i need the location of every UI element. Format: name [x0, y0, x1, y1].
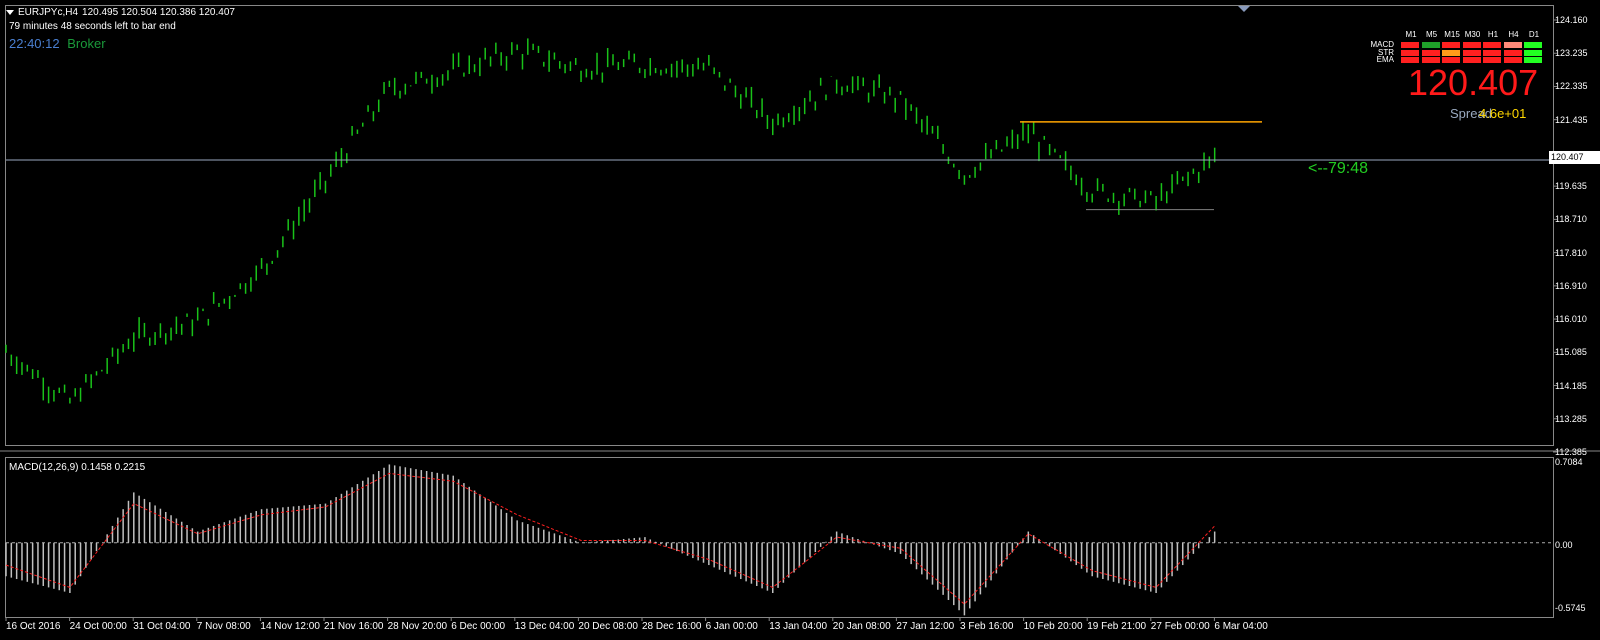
bar-countdown: <--79:48 [1308, 160, 1369, 177]
price-axis-label: 117.810 [1555, 247, 1587, 258]
time-axis-label: 28 Nov 20:00 [387, 621, 448, 632]
time-axis-label: 28 Dec 16:00 [642, 621, 702, 632]
signal-cell [1442, 42, 1460, 48]
macd-axis-label: 0.7084 [1555, 457, 1583, 467]
time-axis-label: 31 Oct 04:00 [133, 621, 191, 632]
current-price-box: 120.407 [1549, 151, 1600, 164]
signal-timeframe-header: H1 [1487, 30, 1499, 39]
time-axis-label: 21 Nov 16:00 [324, 621, 384, 632]
symbol-name: EURJPYc,H4 [18, 7, 79, 18]
signal-cell [1503, 42, 1522, 48]
time-axis-label: 10 Feb 20:00 [1023, 621, 1083, 632]
signal-cell [1524, 42, 1542, 48]
chart-canvas[interactable] [0, 0, 1600, 640]
signal-cell [1421, 49, 1440, 56]
time-axis-label: 3 Feb 16:00 [960, 621, 1014, 632]
signal-cell [1483, 49, 1501, 56]
time-axis-label: 13 Dec 04:00 [514, 621, 575, 632]
time-axis-label: 13 Jan 04:00 [769, 621, 828, 632]
time-axis-label: 16 Oct 2016 [6, 621, 61, 632]
macd-panel-frame [5, 457, 1554, 618]
time-axis-label: 6 Dec 00:00 [451, 621, 506, 632]
signal-timeframe-header: M15 [1444, 30, 1460, 39]
price-axis-label: 124.160 [1555, 15, 1588, 25]
big-price-display: 120.407 [1408, 62, 1539, 103]
price-axis-label: 123.235 [1555, 48, 1588, 59]
signal-cell [1462, 42, 1481, 48]
signal-cell [1524, 49, 1542, 56]
time-axis-label: 27 Jan 12:00 [896, 621, 955, 632]
time-axis-label: 6 Jan 00:00 [705, 621, 758, 632]
macd-axis-label: -0.5745 [1555, 603, 1586, 613]
price-axis-label: 121.435 [1555, 114, 1588, 125]
price-axis-label: 119.635 [1555, 181, 1587, 192]
time-axis-label: 6 Mar 04:00 [1214, 621, 1268, 632]
chart-shift-marker-icon[interactable] [1238, 6, 1250, 12]
time-axis-label: 20 Jan 08:00 [832, 621, 891, 632]
time-axis-label: 14 Nov 12:00 [260, 621, 320, 632]
ohlc-values: 120.495 120.504 120.386 120.407 [82, 7, 235, 18]
chart-symbol-header[interactable]: EURJPYc,H4 120.495 120.504 120.386 120.4… [6, 7, 235, 18]
signal-timeframe-header: H4 [1508, 30, 1519, 39]
signal-cell [1401, 42, 1419, 48]
signal-cell [1462, 49, 1481, 56]
signal-timeframe-header: M1 [1405, 30, 1417, 39]
price-axis-label: 114.185 [1555, 380, 1587, 391]
price-axis-label: 116.010 [1555, 314, 1587, 325]
time-axis-label: 24 Oct 00:00 [69, 621, 127, 632]
main-chart-frame [5, 5, 1554, 446]
signal-timeframe-header: M30 [1464, 30, 1481, 39]
signal-cell [1503, 49, 1522, 56]
signal-cell [1483, 42, 1501, 48]
price-axis-label: 113.285 [1555, 413, 1587, 424]
signal-cell [1401, 49, 1419, 56]
price-axis-label: 116.910 [1555, 280, 1587, 291]
bar-timer-text: 79 minutes 48 seconds left to bar end [9, 21, 176, 32]
macd-axis-label: 0.00 [1555, 540, 1573, 550]
broker-label: Broker [67, 36, 106, 51]
price-axis-label: 112.385 [1555, 447, 1587, 457]
time-axis-label: 27 Feb 00:00 [1150, 621, 1210, 632]
signal-timeframe-header: M5 [1425, 30, 1438, 39]
macd-indicator-label: MACD(12,26,9) 0.1458 0.2215 [9, 462, 146, 473]
price-axis-label: 118.710 [1555, 214, 1587, 225]
price-axis-label: 115.085 [1555, 347, 1587, 358]
server-clock: 22:40:12 [9, 36, 60, 51]
signal-cell [1442, 49, 1460, 56]
price-axis-label: 122.335 [1555, 81, 1588, 92]
time-axis-label: 19 Feb 21:00 [1087, 621, 1147, 632]
signal-row-label: EMA [1376, 55, 1394, 64]
signal-cell [1421, 42, 1440, 48]
time-axis-label: 20 Dec 08:00 [578, 621, 638, 632]
dropdown-triangle-icon[interactable] [6, 10, 14, 15]
spread-value: 4.6e+01 [1479, 106, 1527, 121]
clock-row: 22:40:12 Broker [9, 36, 106, 51]
time-axis-label: 7 Nov 08:00 [196, 621, 251, 632]
signal-timeframe-header: D1 [1528, 30, 1540, 39]
